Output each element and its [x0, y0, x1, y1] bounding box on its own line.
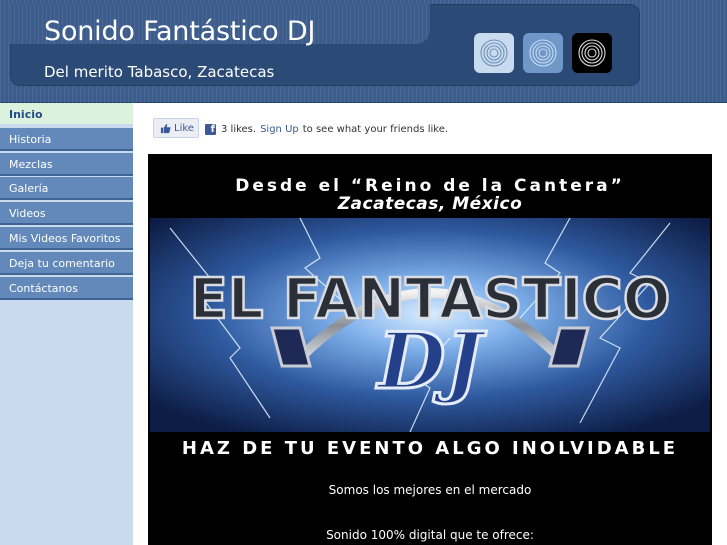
like-label: Like [174, 122, 194, 134]
site-subtitle: Del merito Tabasco, Zacatecas [44, 63, 275, 81]
concentric-rings-icon [578, 39, 606, 67]
signup-link[interactable]: Sign Up [260, 124, 299, 135]
sidebar-nav: Inicio Historia Mezclas Galería Videos M… [0, 103, 133, 545]
sidebar-item-historia[interactable]: Historia [0, 128, 133, 151]
sidebar-item-mis-videos-favoritos[interactable]: Mis Videos Favoritos [0, 227, 133, 250]
banner-tagline: HAZ DE TU EVENTO ALGO INOLVIDABLE [181, 438, 679, 459]
sidebar-item-mezclas[interactable]: Mezclas [0, 153, 133, 176]
concentric-rings-icon [480, 39, 508, 67]
logo-tile-medium [523, 33, 563, 73]
logo-tile-dark [572, 33, 612, 73]
site-header: Sonido Fantástico DJ Del merito Tabasco,… [0, 0, 727, 103]
sidebar-item-galeria[interactable]: Galería [0, 177, 133, 200]
sidebar-item-inicio[interactable]: Inicio [0, 103, 133, 126]
sidebar-item-contactanos[interactable]: Contáctanos [0, 277, 133, 300]
banner-heading: Desde el “Reino de la Cantera” [235, 176, 625, 196]
sidebar-item-deja-tu-comentario[interactable]: Deja tu comentario [0, 252, 133, 275]
concentric-rings-icon [529, 39, 557, 67]
facebook-icon: f [205, 123, 216, 135]
banner-text-offer: Sonido 100% digital que te ofrece: [326, 528, 534, 542]
thumbs-up-icon [160, 123, 171, 133]
facebook-like-button[interactable]: Like [153, 118, 199, 138]
banner-text-best: Somos los mejores en el mercado [328, 483, 532, 497]
site-title[interactable]: Sonido Fantástico DJ [44, 16, 315, 47]
promo-banner: Desde el “Reino de la Cantera” Zacatecas… [148, 154, 712, 545]
facebook-social-bar: f 3 likes. Sign Up to see what your frie… [205, 122, 448, 136]
logo-dj-monogram: DJ [376, 316, 488, 407]
sidebar-item-videos[interactable]: Videos [0, 202, 133, 225]
signup-suffix: to see what your friends like. [302, 123, 449, 135]
banner-location: Zacatecas, México [337, 194, 523, 214]
logo-tile-light [474, 33, 514, 73]
dj-logo-artwork: EL FANTASTICO DJ [150, 218, 710, 432]
like-count: 3 likes. [221, 123, 257, 135]
